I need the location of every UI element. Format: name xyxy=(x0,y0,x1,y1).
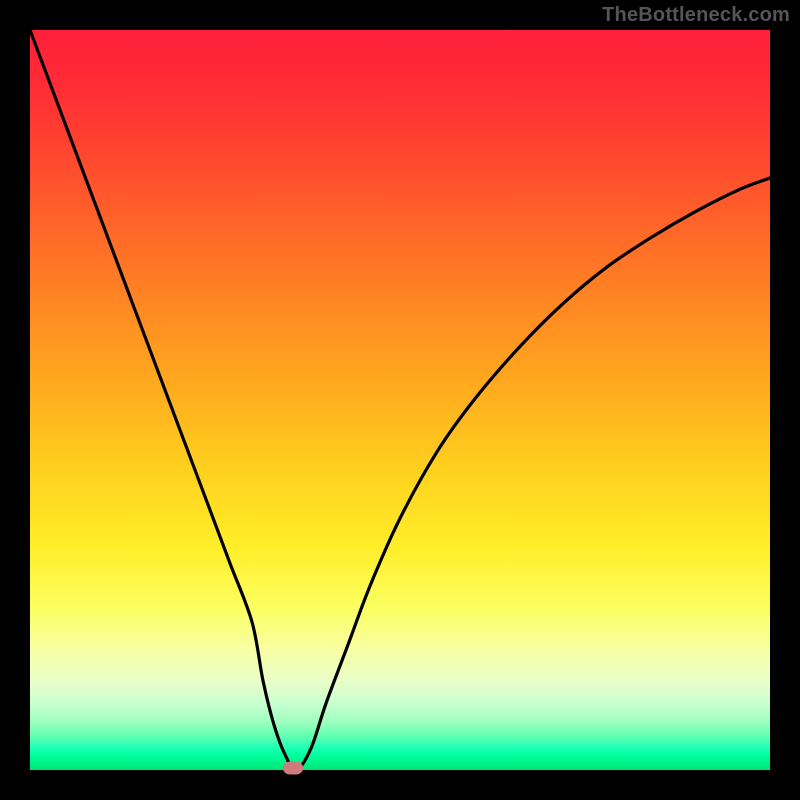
optimum-marker xyxy=(283,761,303,774)
curve-path xyxy=(30,30,770,770)
watermark-text: TheBottleneck.com xyxy=(602,4,790,27)
chart-frame: TheBottleneck.com xyxy=(0,0,800,800)
plot-area xyxy=(30,30,770,770)
bottleneck-curve xyxy=(30,30,770,770)
